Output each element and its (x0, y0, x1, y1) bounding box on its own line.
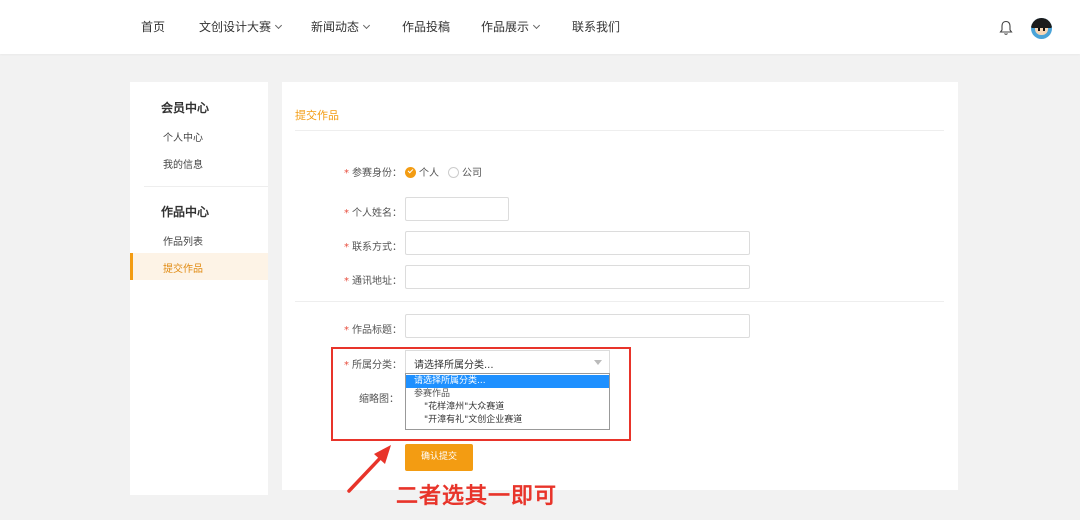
avatar-eye (1043, 28, 1045, 31)
section-divider (295, 301, 944, 302)
nav-home[interactable]: 首页 (141, 19, 165, 35)
confirm-submit-button[interactable]: 确认提交 (405, 444, 473, 471)
nav-design-contest-label: 文创设计大赛 (199, 20, 272, 34)
nav-works-showcase-label: 作品展示 (481, 20, 530, 34)
chevron-down-icon (532, 21, 541, 30)
contact-label: * 联系方式： (344, 238, 402, 253)
chevron-down-icon (362, 21, 371, 30)
required-mark: * (344, 325, 349, 336)
title-divider (295, 130, 944, 131)
work-title-label: * 作品标题： (344, 321, 402, 336)
top-navbar: 首页 文创设计大赛 新闻动态 作品投稿 作品展示 联系我们 (0, 0, 1080, 54)
radio-company[interactable]: 公司 (448, 164, 482, 179)
avatar-eye (1038, 28, 1040, 31)
nav-submit-work[interactable]: 作品投稿 (402, 19, 450, 35)
annotation-text: 二者选其一即可 (396, 484, 558, 509)
nav-works-showcase[interactable]: 作品展示 (481, 19, 541, 35)
radio-individual[interactable]: 个人 (405, 164, 439, 179)
nav-contact[interactable]: 联系我们 (572, 19, 620, 35)
name-input[interactable] (405, 197, 509, 221)
avatar-hair (1031, 18, 1052, 28)
required-mark: * (344, 208, 349, 219)
nav-home-label: 首页 (141, 20, 166, 34)
radio-company-label: 公司 (462, 168, 482, 179)
nav-news-label: 新闻动态 (311, 20, 360, 34)
work-title-label-text: 作品标题： (352, 325, 402, 336)
required-mark: * (344, 276, 349, 287)
contact-input[interactable] (405, 231, 750, 255)
nav-contact-label: 联系我们 (572, 20, 621, 34)
radio-unchecked-icon (448, 166, 459, 178)
nav-design-contest[interactable]: 文创设计大赛 (199, 19, 283, 35)
annotation-highlight-box (331, 347, 631, 441)
nav-submit-work-label: 作品投稿 (402, 20, 451, 34)
nav-news[interactable]: 新闻动态 (311, 19, 371, 35)
required-mark: * (344, 242, 349, 253)
contact-label-text: 联系方式： (352, 242, 402, 253)
sidebar-divider (144, 186, 268, 187)
radio-individual-label: 个人 (419, 168, 439, 179)
identity-label: * 参赛身份： (344, 164, 402, 179)
address-input[interactable] (405, 265, 750, 289)
bell-icon[interactable] (999, 20, 1013, 36)
page-title: 提交作品 (295, 109, 339, 122)
sidebar-item-submit-work[interactable]: 提交作品 (163, 260, 203, 275)
sidebar-group-member-center: 会员中心 (161, 101, 210, 115)
work-title-input[interactable] (405, 314, 750, 338)
sidebar: 会员中心 个人中心 我的信息 作品中心 作品列表 提交作品 (130, 82, 268, 495)
sidebar-item-personal-center[interactable]: 个人中心 (163, 129, 203, 144)
identity-label-text: 参赛身份： (352, 168, 402, 179)
name-label-text: 个人姓名： (352, 208, 402, 219)
address-label: * 通讯地址： (344, 272, 402, 287)
user-avatar[interactable] (1031, 18, 1052, 39)
address-label-text: 通讯地址： (352, 276, 402, 287)
required-mark: * (344, 168, 349, 179)
name-label: * 个人姓名： (344, 204, 402, 219)
chevron-down-icon (274, 21, 283, 30)
sidebar-item-works-list[interactable]: 作品列表 (163, 233, 203, 248)
sidebar-item-my-info[interactable]: 我的信息 (163, 156, 203, 171)
annotation-arrow-icon (347, 445, 391, 493)
radio-checked-icon (405, 166, 416, 178)
sidebar-group-works-center: 作品中心 (161, 205, 210, 219)
